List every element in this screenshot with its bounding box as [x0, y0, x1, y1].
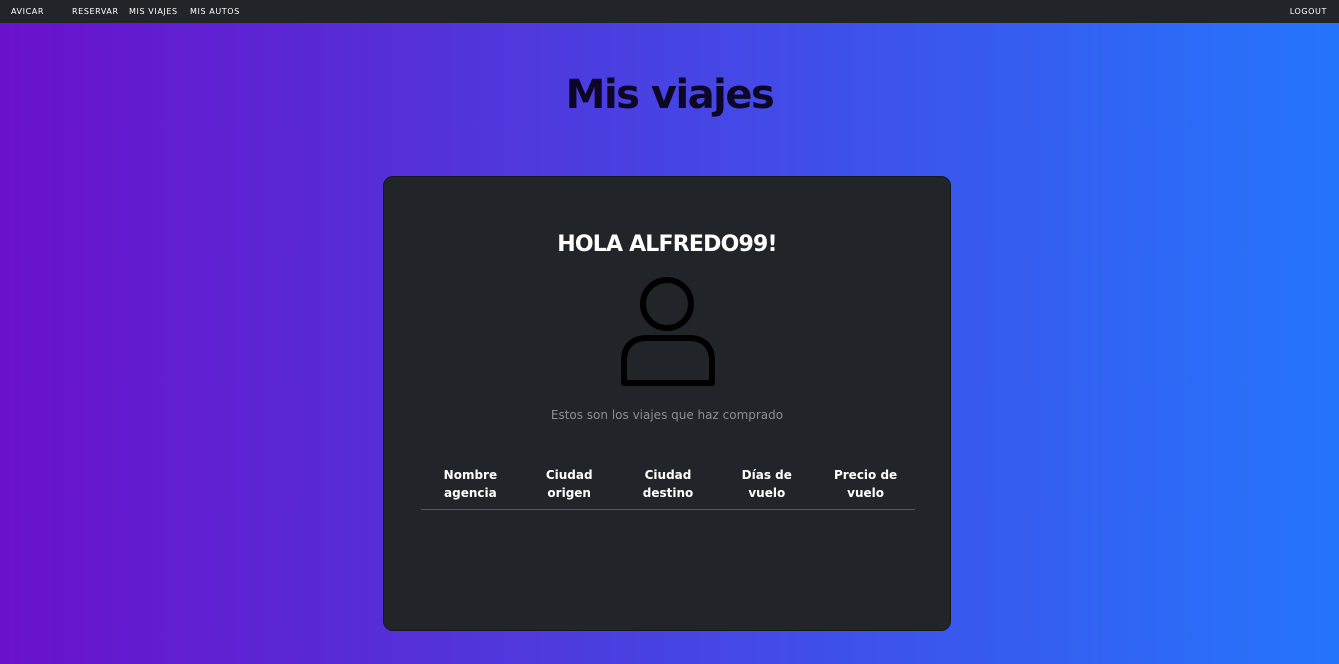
column-header-line: agencia [444, 486, 497, 500]
column-header-agency: Nombre agencia [421, 463, 520, 510]
column-header-destination-city: Ciudad destino [618, 463, 718, 510]
nav-link-mis-viajes[interactable]: MIS VIAJES [129, 7, 178, 16]
trips-table: Nombre agencia Ciudad origen Ciudad dest… [421, 463, 915, 510]
profile-card: HOLA ALFREDO99! Estos son los viajes que… [383, 176, 951, 631]
nav-link-reservar[interactable]: RESERVAR [72, 7, 119, 16]
top-navbar: AVICAR RESERVAR MIS VIAJES MIS AUTOS LOG… [0, 0, 1339, 23]
column-header-line: origen [547, 486, 591, 500]
nav-link-mis-autos[interactable]: MIS AUTOS [190, 7, 240, 16]
column-header-line: destino [642, 486, 694, 500]
column-header-flight-days: Días de vuelo [717, 463, 817, 510]
greeting-heading: HOLA ALFREDO99! [557, 232, 777, 257]
column-header-line: Ciudad [545, 468, 593, 482]
column-header-flight-price: Precio de vuelo [816, 463, 915, 510]
column-header-line: Precio de [833, 468, 898, 482]
column-header-origin-city: Ciudad origen [519, 463, 619, 510]
user-icon [621, 276, 715, 388]
column-header-line: Días de [741, 468, 792, 482]
column-header-line: vuelo [748, 486, 786, 500]
purchased-trips-description: Estos son los viajes que haz comprado [550, 408, 784, 422]
table-header-row: Nombre agencia Ciudad origen Ciudad dest… [421, 463, 915, 510]
column-header-line: Ciudad [644, 468, 692, 482]
page-title: Mis viajes [565, 72, 775, 118]
column-header-line: Nombre [443, 468, 498, 482]
logout-link[interactable]: LOGOUT [1290, 7, 1327, 16]
column-header-line: vuelo [847, 486, 885, 500]
brand-link[interactable]: AVICAR [11, 7, 44, 16]
